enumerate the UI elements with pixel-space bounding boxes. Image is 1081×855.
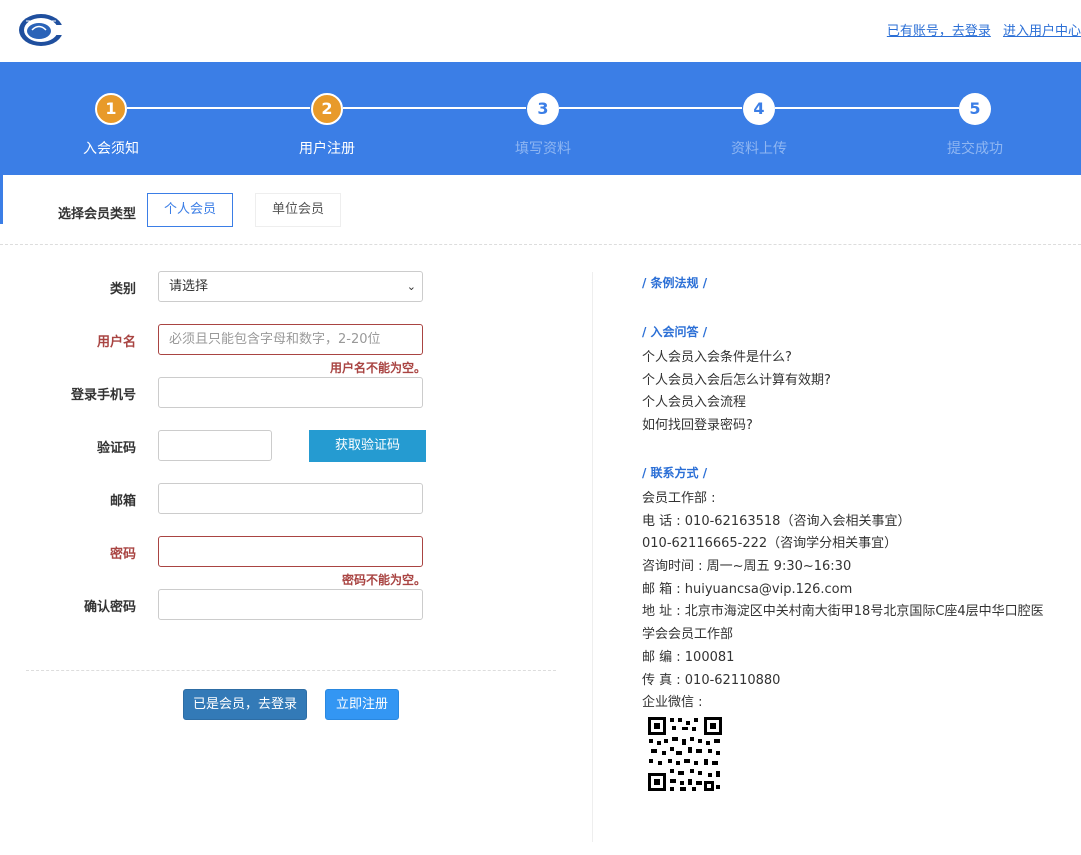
password-label: 密码 [109,547,136,562]
username-row: 用户名 [0,324,580,356]
progress-steps: 1 入会须知 2 用户注册 3 填写资料 4 资料上传 5 提交成功 [0,62,1081,175]
step-number: 1 [95,93,127,125]
contact-line: 电 话 : 010-62163518（咨询入会相关事宜） [642,514,911,529]
member-type-label: 选择会员类型 [58,207,137,222]
contact-line: 会员工作部 : [642,491,716,506]
step-label: 提交成功 [947,141,1003,157]
organization-member-tab[interactable]: 单位会员 [255,193,341,227]
email-label: 邮箱 [109,494,136,509]
code-label: 验证码 [96,441,136,456]
email-row: 邮箱 [0,483,580,515]
confirm-password-label: 确认密码 [83,600,136,615]
faq-item[interactable]: 个人会员入会流程 [642,391,746,410]
member-type-row: 选择会员类型 个人会员 单位会员 [0,175,1081,245]
step-label: 资料上传 [731,141,787,157]
faq-item[interactable]: 个人会员入会条件是什么? [642,346,792,365]
step-number: 3 [527,93,559,125]
phone-label: 登录手机号 [70,388,136,403]
category-row: 类别 请选择 ⌄ [0,271,580,303]
password-input[interactable] [158,536,423,567]
step-label: 填写资料 [515,141,571,157]
category-label: 类别 [109,282,136,297]
step-number: 2 [311,93,343,125]
left-accent-stripe [0,175,3,224]
code-row: 验证码 获取验证码 [0,430,580,462]
faq-heading: / 入会问答 / [642,325,708,339]
username-label: 用户名 [96,335,136,350]
step-label: 用户注册 [299,141,355,157]
user-center-link[interactable]: 进入用户中心 [1003,24,1081,39]
login-link[interactable]: 已有账号，去登录 [887,24,991,39]
register-button[interactable]: 立即注册 [325,689,399,720]
password-error: 密码不能为空。 [341,573,426,587]
contact-line: 010-62116665-222（咨询学分相关事宜） [642,536,898,551]
phone-input[interactable] [158,377,423,408]
get-code-button[interactable]: 获取验证码 [309,430,426,462]
step-label: 入会须知 [83,141,139,157]
top-links: 已有账号，去登录 进入用户中心 [879,20,1081,39]
username-input[interactable] [158,324,423,355]
form-divider [26,670,556,671]
contact-heading: / 联系方式 / [642,466,708,480]
contact-line: 地 址 : 北京市海淀区中关村南大街甲18号北京国际C座4层中华口腔医 [642,604,1044,619]
individual-member-tab[interactable]: 个人会员 [147,193,233,227]
contact-line: 邮 箱 : huiyuancsa@vip.126.com [642,582,853,597]
step-number: 5 [959,93,991,125]
confirm-password-input[interactable] [158,589,423,620]
rules-heading[interactable]: / 条例法规 / [642,274,707,291]
confirm-password-row: 确认密码 [0,589,580,621]
step-1: 1 入会须知 [51,93,171,158]
category-select-value: 请选择 [169,279,209,294]
password-row: 密码 [0,536,580,568]
contact-line: 学会会员工作部 [642,627,734,642]
phone-row: 登录手机号 [0,377,580,409]
email-input[interactable] [158,483,423,514]
contact-line: 企业微信 : [642,695,703,710]
vertical-separator [592,272,593,842]
faq-item[interactable]: 个人会员入会后怎么计算有效期? [642,369,831,388]
code-input[interactable] [158,430,272,461]
step-5: 5 提交成功 [915,93,1035,158]
username-error: 用户名不能为空。 [329,361,426,375]
step-3: 3 填写资料 [483,93,603,158]
chevron-down-icon: ⌄ [406,280,416,293]
contact-line: 传 真 : 010-62110880 [642,673,781,688]
contact-line: 咨询时间 : 周一~周五 9:30~16:30 [642,559,852,574]
contact-line: 邮 编 : 100081 [642,650,735,665]
step-2: 2 用户注册 [267,93,387,158]
step-4: 4 资料上传 [699,93,819,158]
top-bar: 已有账号，去登录 进入用户中心 [0,0,1081,62]
society-logo-icon[interactable] [18,13,64,47]
step-number: 4 [743,93,775,125]
faq-item[interactable]: 如何找回登录密码? [642,414,753,433]
go-login-button[interactable]: 已是会员，去登录 [183,689,307,720]
wechat-qr-code-icon [646,715,724,793]
category-select[interactable]: 请选择 ⌄ [158,271,423,302]
